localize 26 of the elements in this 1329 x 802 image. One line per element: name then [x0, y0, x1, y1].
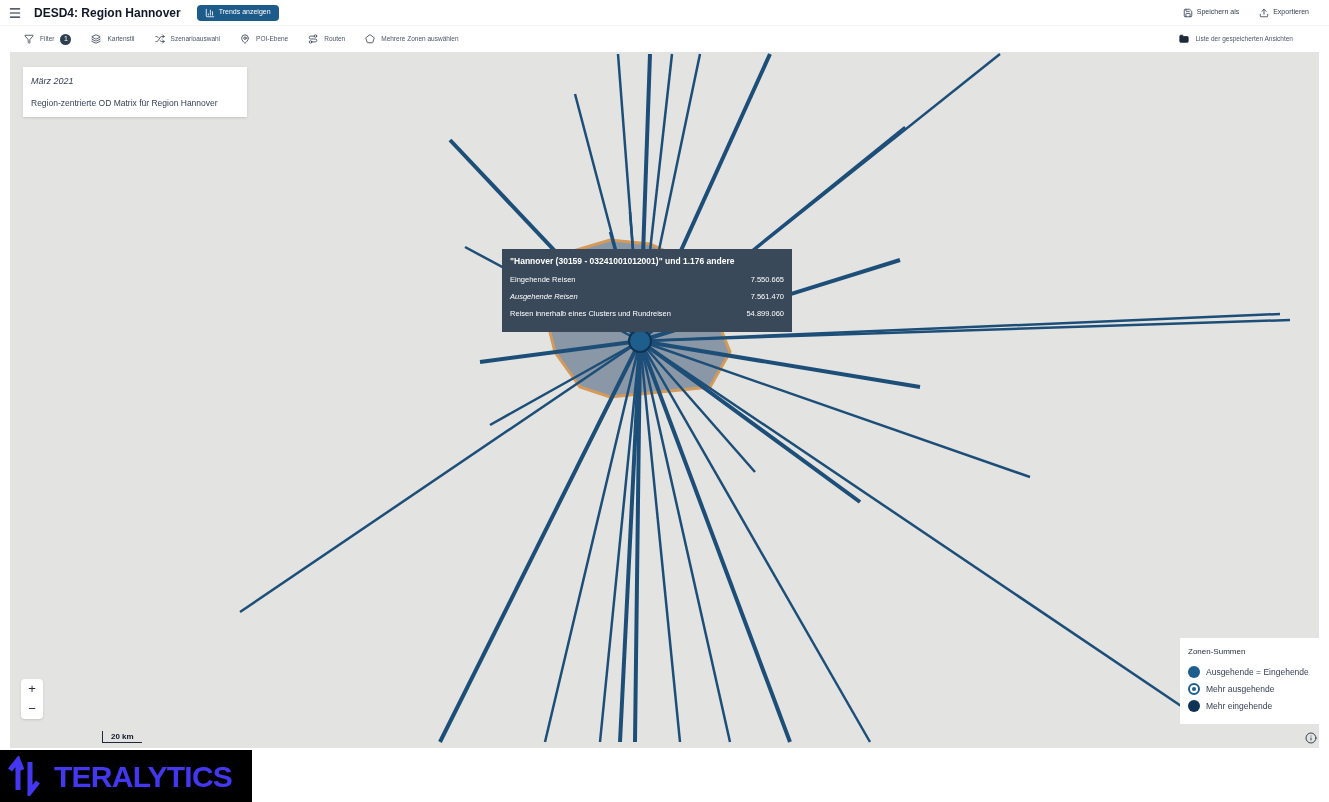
pentagon-icon	[365, 34, 376, 44]
shuffle-icon	[154, 34, 165, 44]
tooltip-title: "Hannover (30159 - 03241001012001)" und 1.176 andere	[510, 255, 736, 268]
map-placeholder[interactable]	[10, 52, 1319, 748]
arrows-logo-icon	[8, 756, 42, 796]
description-label: Region-zentrierte OD Matrix für Region Hannover	[31, 96, 219, 110]
scale-bar: 20 km	[102, 731, 142, 743]
filter-icon	[24, 34, 34, 44]
map-pin-icon	[240, 34, 251, 44]
layers-icon	[91, 34, 102, 44]
upload-icon	[1259, 7, 1270, 18]
route-icon	[308, 34, 319, 44]
legend-label: Ausgehende = Eingehende	[1206, 666, 1309, 679]
zoom-out-button[interactable]: −	[21, 699, 43, 719]
legend-label: Mehr eingehende	[1206, 699, 1273, 713]
info-icon[interactable]	[1305, 732, 1317, 744]
brand-name: TERALYTICS	[54, 758, 233, 795]
legend-title: Zonen-Summen	[1188, 646, 1247, 658]
page-title: DESD4: Region Hannover	[34, 4, 181, 22]
folder-icon	[1179, 34, 1190, 44]
zoom-in-button[interactable]: +	[21, 679, 43, 699]
period-label: März 2021	[31, 75, 75, 88]
save-icon	[1182, 7, 1193, 18]
chart-icon	[204, 7, 215, 18]
menu-icon[interactable]	[8, 5, 22, 20]
legend-label: Mehr ausgehende	[1206, 682, 1275, 696]
